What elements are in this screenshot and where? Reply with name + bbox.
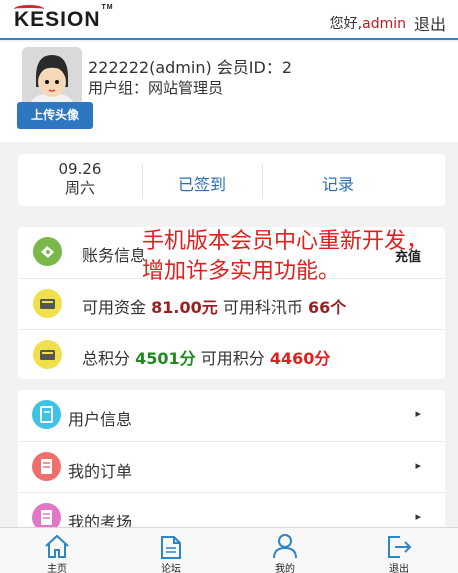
tab-logout[interactable]: 退出	[342, 528, 456, 573]
orders-icon	[32, 452, 61, 481]
menu-label: 用户信息	[68, 410, 133, 429]
signed-in-button[interactable]: 已签到	[142, 171, 262, 195]
account-title: 账务信息	[82, 246, 147, 265]
user-name-id: 222222(admin) 会员ID：2	[88, 58, 293, 77]
date-text: 09.26	[58, 160, 102, 178]
tab-home[interactable]: 主页	[0, 528, 114, 573]
avatar[interactable]	[22, 47, 82, 109]
logout-icon	[388, 536, 412, 558]
announcement-overlay: 手机版本会员中心重新开发，增加许多实用功能。	[142, 229, 429, 284]
user-group: 用户组：网站管理员	[88, 79, 224, 97]
menu-item-orders[interactable]: 我的订单 ▸	[18, 441, 445, 492]
wallet-icon	[33, 289, 62, 318]
tab-label: 我的	[275, 564, 295, 573]
home-icon	[45, 534, 69, 558]
points-row: 总积分 4501分 可用积分 4460分	[18, 329, 445, 379]
tab-mine[interactable]: 我的	[228, 528, 342, 573]
points-available: 4460分	[269, 349, 331, 368]
greeting: 您好,admin	[330, 13, 406, 33]
avatar-cartoon-icon	[22, 47, 82, 109]
username-link[interactable]: admin	[362, 16, 406, 32]
exam-icon	[32, 503, 61, 530]
records-link[interactable]: 记录	[262, 171, 414, 195]
menu-label: 我的订单	[68, 462, 133, 481]
logout-link[interactable]: 退出	[414, 11, 446, 35]
tab-label: 主页	[47, 564, 67, 573]
checkin-date: 09.26 周六	[18, 160, 142, 198]
user-info-icon	[32, 400, 61, 429]
checkin-bar: 09.26 周六 已签到 记录	[18, 154, 445, 206]
forum-icon	[161, 536, 181, 559]
upload-avatar-button[interactable]: 上传头像	[17, 102, 93, 129]
funds-line: 可用资金 81.00元 可用科汛币 66个	[82, 298, 347, 317]
menu-item-user-info[interactable]: 用户信息 ▸	[18, 390, 445, 441]
top-bar: KESIONTM 您好,admin 退出	[0, 0, 458, 40]
tab-label: 退出	[389, 564, 409, 573]
profile-icon	[273, 534, 297, 559]
greeting-text: 您好,	[329, 16, 363, 32]
funds-value: 81.00元	[151, 298, 218, 317]
card-icon	[33, 340, 62, 369]
chevron-right-icon: ▸	[415, 459, 421, 472]
tab-forum[interactable]: 论坛	[114, 528, 228, 573]
points-total: 4501分	[135, 349, 196, 368]
site-logo[interactable]: KESIONTM	[14, 4, 114, 32]
bottom-tab-bar: 主页 论坛 我的 退出	[0, 527, 458, 573]
points-line: 总积分 4501分 可用积分 4460分	[82, 349, 331, 368]
account-icon	[33, 237, 62, 266]
menu-card: 用户信息 ▸ 我的订单 ▸ 我的考场 ▸	[18, 390, 445, 530]
chevron-right-icon: ▸	[415, 407, 421, 420]
menu-item-exam[interactable]: 我的考场 ▸	[18, 492, 445, 530]
weekday-text: 周六	[64, 179, 95, 197]
tab-label: 论坛	[161, 564, 181, 573]
chevron-right-icon: ▸	[415, 510, 421, 523]
coins-value: 66个	[307, 298, 347, 317]
profile-section: 上传头像 222222(admin) 会员ID：2 用户组：网站管理员	[0, 42, 458, 142]
